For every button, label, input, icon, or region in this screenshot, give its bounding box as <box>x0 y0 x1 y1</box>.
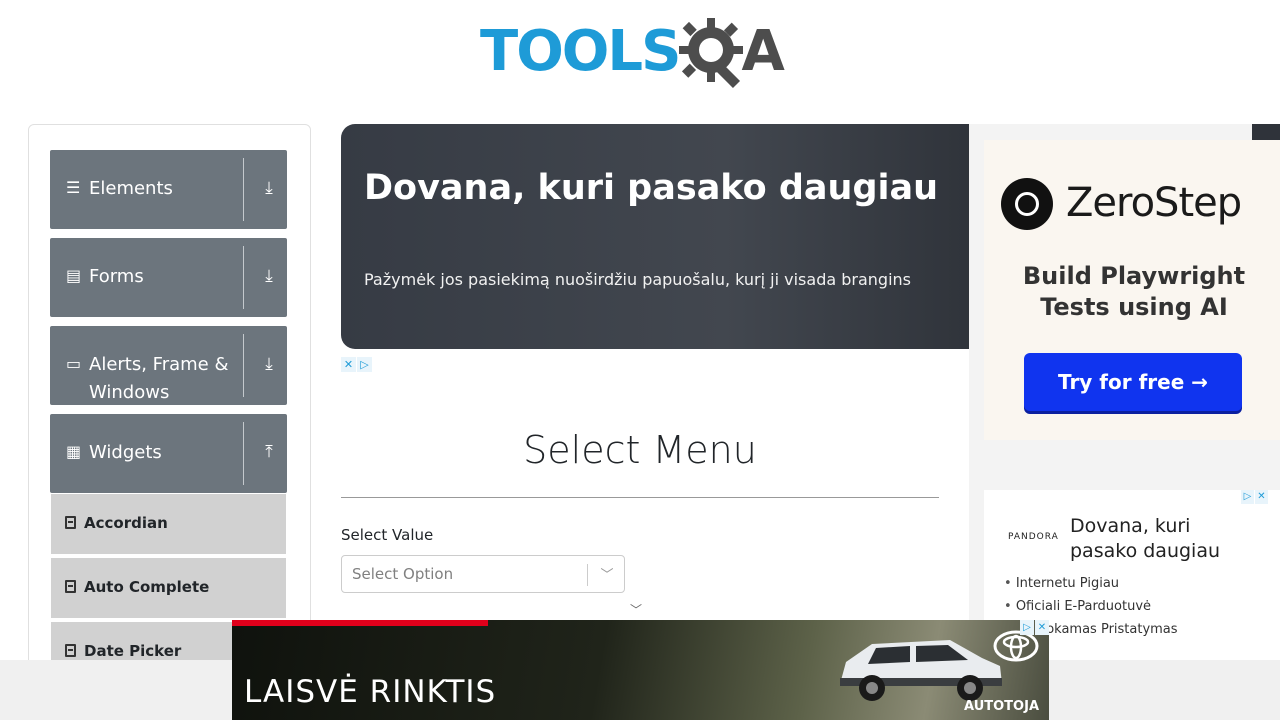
html5-icon <box>65 644 76 657</box>
zerostep-brand: ZeroStep <box>1066 180 1242 226</box>
grid-icon: ▦ <box>66 442 82 461</box>
group-label: Elements <box>89 178 173 199</box>
sidebar-item-accordian[interactable]: Accordian <box>51 494 286 556</box>
group-label-line1: Alerts, Frame & <box>89 354 229 375</box>
toolsqa-logo[interactable]: TOOLS A <box>480 14 806 90</box>
select-value-dropdown[interactable]: Select Option ﹀ <box>341 555 625 593</box>
close-icon[interactable]: ✕ <box>1255 490 1268 504</box>
divider <box>243 422 244 485</box>
banner-title: Dovana, kuri pasako daugiau <box>364 168 939 208</box>
divider <box>243 246 244 309</box>
sidebar-group-alerts[interactable]: ▭ Alerts, Frame & Windows ⤓ <box>50 326 287 405</box>
logo-suffix: A <box>741 19 785 84</box>
chevron-down-icon[interactable]: ﹀ <box>630 601 642 618</box>
ad-strip <box>1252 124 1280 140</box>
divider <box>243 158 244 221</box>
item-label: Accordian <box>84 514 168 532</box>
page: TOOLS A ☰ Elements ⤓ ▤ Forms ⤓ ▭ Alerts,… <box>0 0 1280 720</box>
sidebar-group-widgets[interactable]: ▦ Widgets ⤒ <box>50 414 287 493</box>
toyota-dealer: AUTOTOJA <box>964 699 1039 714</box>
zerostep-tagline: Build Playwright Tests using AI <box>984 261 1280 323</box>
hamburger-icon: ☰ <box>66 178 81 197</box>
ad-choices[interactable]: ▷ ✕ <box>1241 490 1268 504</box>
tagline-line1: Build Playwright <box>1022 262 1246 290</box>
ad-choices[interactable]: ▷ ✕ <box>1020 620 1049 635</box>
zerostep-ad[interactable]: ZeroStep Build Playwright Tests using AI… <box>984 140 1280 440</box>
download-arrow-icon[interactable]: ⤓ <box>255 354 283 374</box>
list-item[interactable]: Internetu Pigiau <box>1004 572 1178 595</box>
html5-icon <box>65 516 76 529</box>
try-for-free-button[interactable]: Try for free → <box>1024 353 1242 411</box>
toyota-headline: LAISVĖ RINKTIS <box>244 674 497 710</box>
car-image <box>840 640 1002 701</box>
close-icon[interactable]: ✕ <box>1035 620 1049 635</box>
divider <box>587 564 588 586</box>
window-icon: ▭ <box>66 354 82 373</box>
divider <box>341 497 939 498</box>
pandora-title: Dovana, kuri pasako daugiau <box>1070 515 1221 562</box>
banner-ad[interactable]: Dovana, kuri pasako daugiau Pažymėk jos … <box>341 124 981 349</box>
upload-arrow-icon[interactable]: ⤒ <box>255 442 283 462</box>
sidebar-group-forms[interactable]: ▤ Forms ⤓ <box>50 238 287 317</box>
select-value-label: Select Value <box>341 526 434 544</box>
tagline-line2: Tests using AI <box>1040 293 1228 321</box>
zerostep-logo-icon <box>1001 178 1053 230</box>
group-label: Forms <box>89 266 144 287</box>
select-placeholder: Select Option <box>352 565 454 583</box>
logo-text: TOOLS <box>480 19 681 84</box>
banner-text: Pažymėk jos pasiekimą nuoširdžiu papuoša… <box>364 270 911 289</box>
pandora-logo: PANDORA <box>1008 532 1059 542</box>
toyota-ad[interactable]: LAISVĖ RINKTIS AUTOTOJA ▷ ✕ <box>232 620 1049 720</box>
sidebar-group-elements[interactable]: ☰ Elements ⤓ <box>50 150 287 229</box>
page-title: Select Menu <box>523 428 757 472</box>
item-label: Date Picker <box>84 642 182 660</box>
ad-choices[interactable]: ✕ ▷ <box>341 357 372 372</box>
ad-red-stripe <box>232 620 488 626</box>
divider <box>243 334 244 397</box>
chevron-down-icon[interactable]: ﹀ <box>595 564 619 583</box>
sidebar-item-auto-complete[interactable]: Auto Complete <box>51 558 286 620</box>
document-icon: ▤ <box>66 266 82 285</box>
list-item[interactable]: Oficiali E-Parduotuvė <box>1004 595 1178 618</box>
adchoices-icon[interactable]: ▷ <box>1020 620 1034 635</box>
group-label: Widgets <box>89 442 162 463</box>
html5-icon <box>65 580 76 593</box>
item-label: Auto Complete <box>84 578 210 596</box>
download-arrow-icon[interactable]: ⤓ <box>255 178 283 198</box>
adchoices-icon[interactable]: ▷ <box>1241 490 1254 504</box>
group-label-line2: Windows <box>89 382 170 403</box>
download-arrow-icon[interactable]: ⤓ <box>255 266 283 286</box>
close-icon[interactable]: ✕ <box>341 357 356 372</box>
adchoices-icon[interactable]: ▷ <box>357 357 372 372</box>
